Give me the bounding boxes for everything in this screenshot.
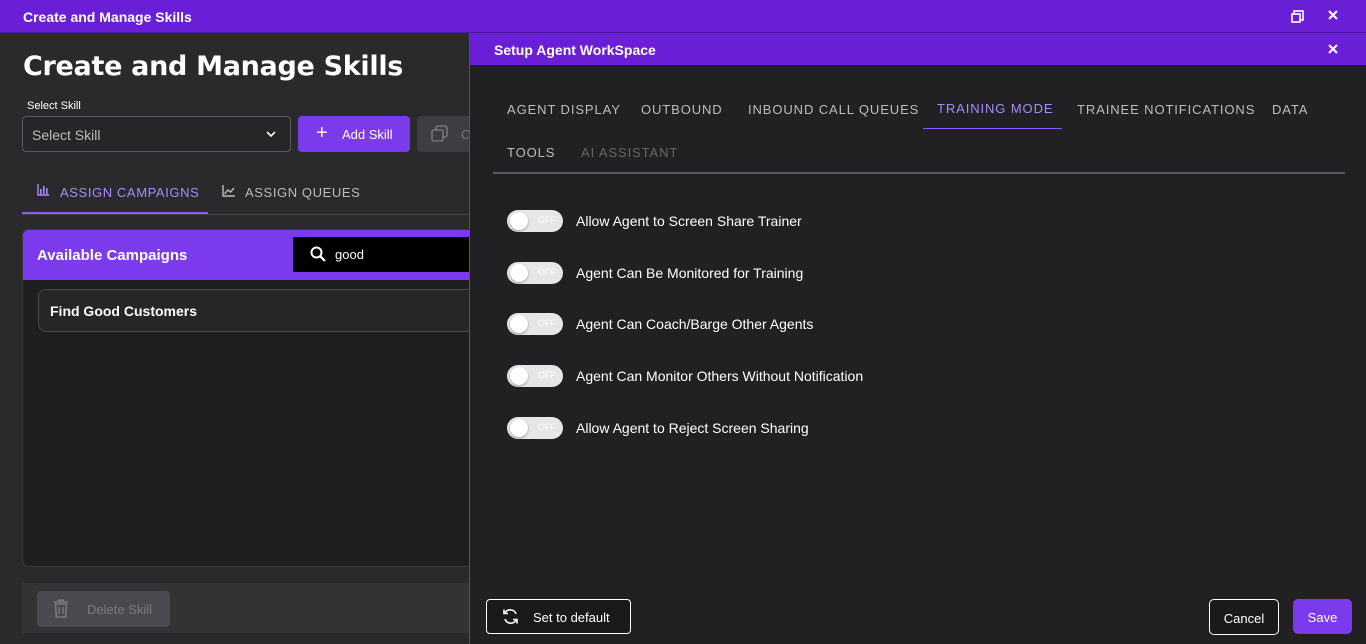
tab-outbound[interactable]: OUTBOUND: [641, 102, 723, 117]
toggle-label: Allow Agent to Screen Share Trainer: [576, 213, 802, 229]
close-icon[interactable]: [1327, 43, 1339, 55]
toggle-knob: [510, 419, 528, 437]
bar-chart-icon: [37, 184, 49, 196]
close-icon[interactable]: [1326, 8, 1340, 22]
toggle-row: OFF Allow Agent to Screen Share Trainer: [507, 210, 1107, 234]
toggle-coach-barge[interactable]: OFF: [507, 313, 563, 335]
toggle-row: OFF Allow Agent to Reject Screen Sharing: [507, 417, 1107, 441]
modal-header: Setup Agent WorkSpace: [470, 33, 1366, 65]
list-item[interactable]: Find Good Customers: [38, 289, 481, 332]
campaign-search-input[interactable]: good: [293, 237, 481, 272]
toggle-row: OFF Agent Can Coach/Barge Other Agents: [507, 313, 1107, 337]
save-label: Save: [1307, 610, 1338, 625]
title-bar: Create and Manage Skills: [0, 0, 1366, 33]
save-button[interactable]: Save: [1293, 599, 1352, 634]
tab-training-mode[interactable]: TRAINING MODE: [937, 101, 1053, 116]
tab-tools[interactable]: TOOLS: [507, 145, 555, 160]
toggle-row: OFF Agent Can Monitor Others Without Not…: [507, 365, 1107, 389]
window-title: Create and Manage Skills: [23, 9, 192, 25]
tab-inbound-call-queues[interactable]: INBOUND CALL QUEUES: [748, 102, 919, 117]
tabs-divider: [493, 172, 1345, 174]
toggle-knob: [510, 212, 528, 230]
cancel-label: Cancel: [1223, 611, 1265, 626]
refresh-icon: [503, 609, 518, 624]
line-chart-icon: [222, 185, 235, 197]
toggle-knob: [510, 367, 528, 385]
toggle-state: OFF: [538, 267, 556, 277]
set-to-default-label: Set to default: [533, 610, 610, 625]
toggle-label: Agent Can Coach/Barge Other Agents: [576, 316, 814, 332]
toggle-label: Allow Agent to Reject Screen Sharing: [576, 420, 809, 436]
toggle-state: OFF: [538, 318, 556, 328]
footer-bar: Delete Skill: [22, 583, 470, 633]
toggle-state: OFF: [538, 370, 556, 380]
trash-icon: [54, 599, 68, 618]
tab-ai-assistant: AI ASSISTANT: [581, 145, 679, 160]
campaign-search-value: good: [335, 247, 364, 262]
tab-assign-campaigns-label: ASSIGN CAMPAIGNS: [60, 185, 200, 200]
tab-divider: [22, 214, 470, 215]
toggle-knob: [510, 264, 528, 282]
campaign-name: Find Good Customers: [50, 303, 197, 319]
toggle-knob: [510, 315, 528, 333]
set-to-default-button[interactable]: Set to default: [486, 599, 631, 634]
chevron-down-icon: [266, 131, 276, 138]
toggle-reject-screen-sharing[interactable]: OFF: [507, 417, 563, 439]
tab-data[interactable]: DATA: [1272, 102, 1308, 117]
restore-icon[interactable]: [1291, 10, 1304, 23]
copy-skill-button[interactable]: C: [417, 116, 477, 152]
skills-window: Create and Manage Skills Select Skill Se…: [0, 33, 482, 644]
add-skill-button[interactable]: + Add Skill: [298, 116, 410, 152]
setup-workspace-modal: Setup Agent WorkSpace AGENT DISPLAY OUTB…: [469, 33, 1366, 644]
modal-title: Setup Agent WorkSpace: [494, 42, 656, 58]
toggle-label: Agent Can Monitor Others Without Notific…: [576, 368, 864, 384]
tab-assign-campaigns[interactable]: ASSIGN CAMPAIGNS: [22, 173, 208, 214]
plus-icon: +: [316, 122, 328, 144]
campaigns-header-title: Available Campaigns: [37, 247, 188, 264]
tab-assign-queues-label: ASSIGN QUEUES: [245, 185, 361, 200]
toggle-monitored-for-training[interactable]: OFF: [507, 262, 563, 284]
select-skill-label: Select Skill: [27, 100, 81, 112]
toggle-monitor-without-notification[interactable]: OFF: [507, 365, 563, 387]
available-campaigns-panel: Available Campaigns good Find Good Custo…: [22, 229, 482, 567]
add-skill-label: Add Skill: [342, 127, 393, 142]
toggle-label: Agent Can Be Monitored for Training: [576, 265, 804, 281]
active-tab-indicator: [923, 128, 1062, 129]
toggle-state: OFF: [538, 215, 556, 225]
select-skill-value: Select Skill: [32, 127, 101, 143]
search-icon: [310, 246, 326, 262]
tab-agent-display[interactable]: AGENT DISPLAY: [507, 102, 621, 117]
select-skill-dropdown[interactable]: Select Skill: [22, 116, 291, 152]
page-title: Create and Manage Skills: [23, 51, 404, 82]
delete-skill-label: Delete Skill: [87, 602, 153, 617]
campaigns-header: Available Campaigns good: [23, 230, 481, 280]
toggle-state: OFF: [538, 422, 556, 432]
tab-trainee-notifications[interactable]: TRAINEE NOTIFICATIONS: [1077, 102, 1255, 117]
delete-skill-button[interactable]: Delete Skill: [37, 591, 170, 627]
cancel-button[interactable]: Cancel: [1209, 599, 1279, 635]
toggle-screen-share-trainer[interactable]: OFF: [507, 210, 563, 232]
copy-icon: [431, 125, 448, 142]
toggle-row: OFF Agent Can Be Monitored for Training: [507, 262, 1107, 286]
